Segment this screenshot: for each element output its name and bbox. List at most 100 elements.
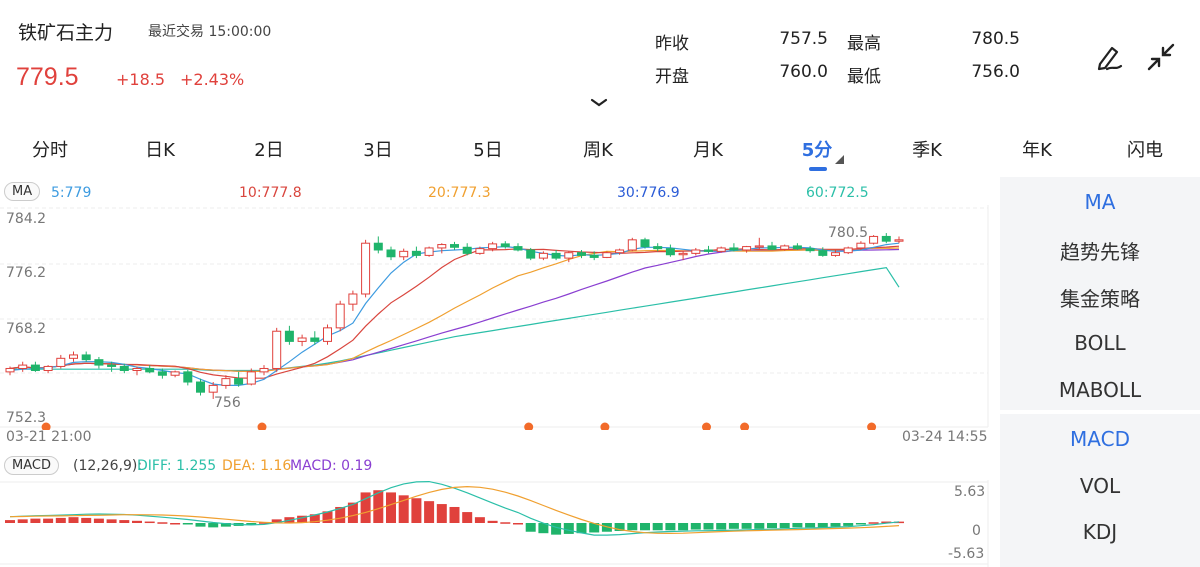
tab-day-k[interactable]: 日K bbox=[145, 136, 175, 162]
ma-indicator-pill[interactable]: MA bbox=[4, 182, 41, 201]
prev-close-value: 757.5 bbox=[779, 29, 828, 49]
macd-bar bbox=[640, 523, 650, 531]
macd-bar bbox=[195, 523, 206, 527]
tab-5day[interactable]: 5日 bbox=[473, 136, 502, 162]
signal-dot bbox=[867, 422, 877, 430]
ma30-value: 30:776.9 bbox=[617, 185, 680, 201]
tab-flash[interactable]: 闪电 bbox=[1127, 136, 1163, 162]
macd-bar bbox=[792, 523, 803, 528]
tab-5min[interactable]: 5分 bbox=[802, 136, 833, 162]
candle-body bbox=[564, 252, 574, 259]
low-value: 756.0 bbox=[971, 62, 1020, 82]
candle-body bbox=[348, 293, 358, 305]
collapse-arrows-icon[interactable] bbox=[1144, 40, 1178, 74]
tab-year-k[interactable]: 年K bbox=[1022, 136, 1052, 162]
indicator-kdj[interactable]: KDJ bbox=[1000, 520, 1200, 544]
candle-body bbox=[742, 246, 752, 251]
macd-bar bbox=[767, 523, 777, 529]
macd-chart[interactable] bbox=[0, 480, 990, 567]
tab-season-k[interactable]: 季K bbox=[912, 136, 942, 162]
ma10-value: 10:777.8 bbox=[239, 185, 302, 201]
candle-body bbox=[615, 249, 625, 254]
candle-body bbox=[577, 252, 586, 256]
candle-body bbox=[704, 249, 713, 252]
macd-bar bbox=[817, 523, 828, 528]
macd-bar bbox=[487, 520, 498, 523]
candle-body bbox=[56, 357, 66, 367]
macd-tick-zero: 0 bbox=[972, 523, 981, 539]
candle-body bbox=[132, 367, 142, 372]
macd-bar bbox=[30, 518, 41, 523]
candle-body bbox=[589, 254, 599, 258]
macd-diff: DIFF: 1.255 bbox=[137, 458, 217, 474]
candle-body bbox=[157, 371, 167, 376]
macd-bar bbox=[627, 523, 638, 531]
tab-week-k[interactable]: 周K bbox=[583, 136, 613, 162]
candle-body bbox=[297, 337, 307, 342]
macd-bar bbox=[411, 498, 422, 523]
macd-bar bbox=[424, 501, 435, 523]
macd-bar bbox=[157, 522, 168, 524]
macd-bar bbox=[665, 523, 676, 531]
signal-dot bbox=[740, 422, 750, 430]
candle-body bbox=[767, 245, 777, 250]
macd-bar bbox=[741, 523, 752, 529]
indicator-macd[interactable]: MACD bbox=[1000, 427, 1200, 451]
tab-fenshi[interactable]: 分时 bbox=[32, 136, 68, 162]
pen-draw-icon[interactable] bbox=[1092, 40, 1126, 74]
active-tab-indicator bbox=[809, 167, 827, 171]
indicator-vol[interactable]: VOL bbox=[1000, 474, 1200, 498]
macd-bar bbox=[106, 519, 117, 523]
indicator-trend-pioneer[interactable]: 趋势先锋 bbox=[1000, 236, 1200, 265]
candle-body bbox=[246, 371, 256, 385]
candle-body bbox=[526, 249, 536, 259]
macd-tick-top: 5.63 bbox=[954, 484, 986, 500]
indicator-ma[interactable]: MA bbox=[1000, 190, 1200, 214]
indicator-maboll[interactable]: MABOLL bbox=[1000, 378, 1200, 402]
macd-bar bbox=[728, 523, 739, 529]
candle-body bbox=[196, 381, 205, 393]
macd-bar bbox=[132, 520, 142, 523]
indicator-boll[interactable]: BOLL bbox=[1000, 331, 1200, 355]
candle-body bbox=[94, 359, 104, 366]
candle-body bbox=[462, 246, 472, 254]
macd-indicator-pill[interactable]: MACD bbox=[4, 456, 59, 475]
candle-body bbox=[81, 354, 91, 361]
price-change: +18.5 bbox=[116, 70, 166, 89]
tab-2day[interactable]: 2日 bbox=[254, 136, 283, 162]
open-value: 760.0 bbox=[779, 62, 828, 82]
candle-body bbox=[805, 248, 815, 252]
sidebar-divider bbox=[1000, 410, 1200, 414]
macd-bar bbox=[93, 518, 104, 523]
macd-bar bbox=[68, 517, 79, 523]
candle-body bbox=[894, 239, 904, 242]
macd-tick-bottom: -5.63 bbox=[948, 546, 985, 562]
candle-body bbox=[551, 252, 561, 259]
last-trade-info: 最近交易 15:00:00 bbox=[148, 21, 271, 41]
instrument-title: 铁矿石主力 bbox=[18, 22, 114, 44]
candle-body bbox=[183, 371, 193, 383]
macd-bar bbox=[55, 517, 66, 523]
candle-body bbox=[18, 364, 28, 369]
macd-bar bbox=[716, 523, 727, 530]
tab-month-k[interactable]: 月K bbox=[693, 136, 723, 162]
candle-body bbox=[538, 252, 548, 259]
candle-body bbox=[234, 378, 244, 385]
indicator-gold-strategy[interactable]: 集金策略 bbox=[1000, 283, 1200, 312]
candle-body bbox=[399, 250, 409, 258]
macd-bar bbox=[805, 523, 816, 528]
tab-3day[interactable]: 3日 bbox=[363, 136, 392, 162]
macd-bar bbox=[551, 523, 562, 535]
high-label: 最高 bbox=[847, 34, 881, 54]
candle-body bbox=[881, 235, 891, 242]
candle-body bbox=[653, 246, 663, 250]
candle-body bbox=[107, 364, 117, 367]
candle-body bbox=[411, 250, 421, 256]
macd-bar bbox=[449, 506, 460, 523]
indicator-sidebar: MA 趋势先锋 集金策略 BOLL MABOLL MACD VOL KDJ bbox=[1000, 177, 1200, 567]
chevron-down-icon[interactable] bbox=[589, 97, 609, 109]
candle-body bbox=[323, 327, 332, 342]
candle-body bbox=[424, 247, 434, 256]
candle-body bbox=[627, 239, 637, 251]
candle-body bbox=[335, 303, 345, 329]
